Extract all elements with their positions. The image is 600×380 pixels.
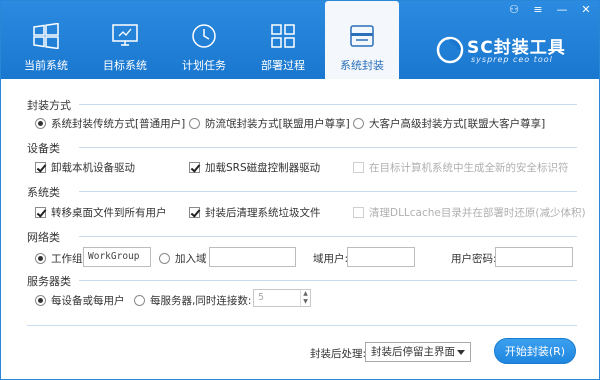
sc-logo-icon [436,36,464,64]
option-label: 封装后清理系统垃圾文件 [205,207,321,219]
radio-indicator [35,118,46,129]
checkbox-indicator [353,162,364,173]
user-icon[interactable]: ⚇ [507,3,521,17]
tab-target-system[interactable]: 目标系统 [88,1,162,79]
section-title-server: 服务器类 [27,275,71,288]
tab-current-system[interactable]: 当前系统 [9,1,83,79]
clock-icon [192,24,216,48]
checkbox-load-srs-driver[interactable]: 加载SRS磁盘控制器驱动 [189,160,320,175]
user-password-label: 用户密码: [451,253,497,265]
option-label: 每设备或每用户 [51,295,125,307]
checkbox-clean-junk[interactable]: 封装后清理系统垃圾文件 [189,205,321,220]
divider [79,147,577,148]
workgroup-input[interactable]: WorkGroup [83,247,151,267]
checkbox-clean-dllcache[interactable]: 清理DLLcache目录并在部署时还原(减少体积) [353,205,586,220]
option-label: 防流氓封装方式[联盟用户尊享] [205,118,350,130]
radio-mode-advanced[interactable]: 大客户高级封装方式[联盟大客户尊享] [353,116,545,131]
checkbox-uninstall-drivers[interactable]: 卸载本机设备驱动 [35,160,135,175]
tab-label: 部署过程 [261,59,305,72]
radio-indicator [35,295,46,306]
tab-deploy-process[interactable]: 部署过程 [246,1,320,79]
domain-user-label: 域用户: [313,253,349,265]
section-title-system: 系统类 [27,186,60,199]
main-tabs: 当前系统 目标系统 计划任务 部署过程 系统封装 [1,1,404,79]
option-label: 在目标计算机系统中生成全新的安全标识符 [369,162,569,174]
after-process-label: 封装后处理: [310,348,367,360]
after-process-select[interactable]: 封装后停留主界面 [365,342,471,362]
start-package-button[interactable]: 开始封装(R) [494,338,576,364]
option-label: 工作组 [51,253,83,265]
option-label: 每服务器,同时连接数: [150,295,252,307]
divider [27,325,577,326]
divider [79,280,577,281]
option-label: 转移桌面文件到所有用户 [51,207,167,219]
tab-label: 系统封装 [340,59,384,72]
brand-subtitle: sysprep ceo tool [471,55,553,64]
tab-system-package[interactable]: 系统封装 [325,1,399,79]
checkbox-indicator [35,162,46,173]
radio-mode-anti-rogue[interactable]: 防流氓封装方式[联盟用户尊享] [189,116,350,131]
section-title-network: 网络类 [27,231,60,244]
option-label: 大客户高级封装方式[联盟大客户尊享] [369,118,546,130]
grid-icon [271,24,295,48]
checkbox-indicator [189,207,200,218]
settings-panel: 封装方式 系统封装传统方式[普通用户] 防流氓封装方式[联盟用户尊享] 大客户高… [1,79,599,379]
section-title-device: 设备类 [27,142,60,155]
select-value: 封装后停留主界面 [371,346,455,358]
option-label: 加入域 [175,253,207,265]
radio-per-device-user[interactable]: 每设备或每用户 [35,293,125,308]
window-controls: ⚇ ≡ — ✕ [507,3,593,17]
checkbox-new-sid[interactable]: 在目标计算机系统中生成全新的安全标识符 [353,160,569,175]
option-label: 卸载本机设备驱动 [51,162,135,174]
app-window: 当前系统 目标系统 计划任务 部署过程 系统封装 ⚇ ≡ — ✕ SC封装工具 … [0,0,600,380]
radio-indicator [159,253,170,264]
checkbox-move-desktop-files[interactable]: 转移桌面文件到所有用户 [35,205,167,220]
connections-value: 5 [258,292,265,303]
option-label: 加载SRS磁盘控制器驱动 [205,162,321,174]
checkbox-indicator [353,207,364,218]
menu-icon[interactable]: ≡ [531,3,545,17]
checkbox-indicator [35,207,46,218]
option-label: 清理DLLcache目录并在部署时还原(减少体积) [369,207,586,219]
monitor-icon [112,24,138,46]
tab-label: 计划任务 [182,59,226,72]
stepper-arrows-icon[interactable]: ▲ ▼ [300,290,310,306]
package-icon [350,25,374,47]
divider [79,236,577,237]
divider [79,104,577,105]
connections-stepper[interactable]: 5 ▲ ▼ [253,289,311,307]
checkbox-indicator [189,162,200,173]
windows-icon [33,23,59,49]
header-bar: 当前系统 目标系统 计划任务 部署过程 系统封装 ⚇ ≡ — ✕ SC封装工具 … [1,1,599,79]
user-password-input[interactable] [495,247,573,267]
domain-user-input[interactable] [347,247,415,267]
tab-label: 目标系统 [103,59,147,72]
divider [79,191,577,192]
radio-workgroup[interactable]: 工作组 [35,251,83,266]
tab-scheduled-tasks[interactable]: 计划任务 [167,1,241,79]
section-title-mode: 封装方式 [27,99,71,112]
close-icon[interactable]: ✕ [579,3,593,17]
radio-indicator [353,118,364,129]
radio-indicator [134,295,145,306]
radio-indicator [35,253,46,264]
brand: SC封装工具 sysprep ceo tool [435,33,585,67]
radio-join-domain[interactable]: 加入域 [159,251,207,266]
chevron-down-icon [457,350,465,355]
radio-per-server[interactable]: 每服务器,同时连接数: [134,293,251,308]
option-label: 系统封装传统方式[普通用户] [51,118,186,130]
radio-indicator [189,118,200,129]
tab-label: 当前系统 [24,59,68,72]
radio-mode-traditional[interactable]: 系统封装传统方式[普通用户] [35,116,185,131]
domain-input[interactable] [209,247,296,267]
minimize-icon[interactable]: — [555,3,569,17]
